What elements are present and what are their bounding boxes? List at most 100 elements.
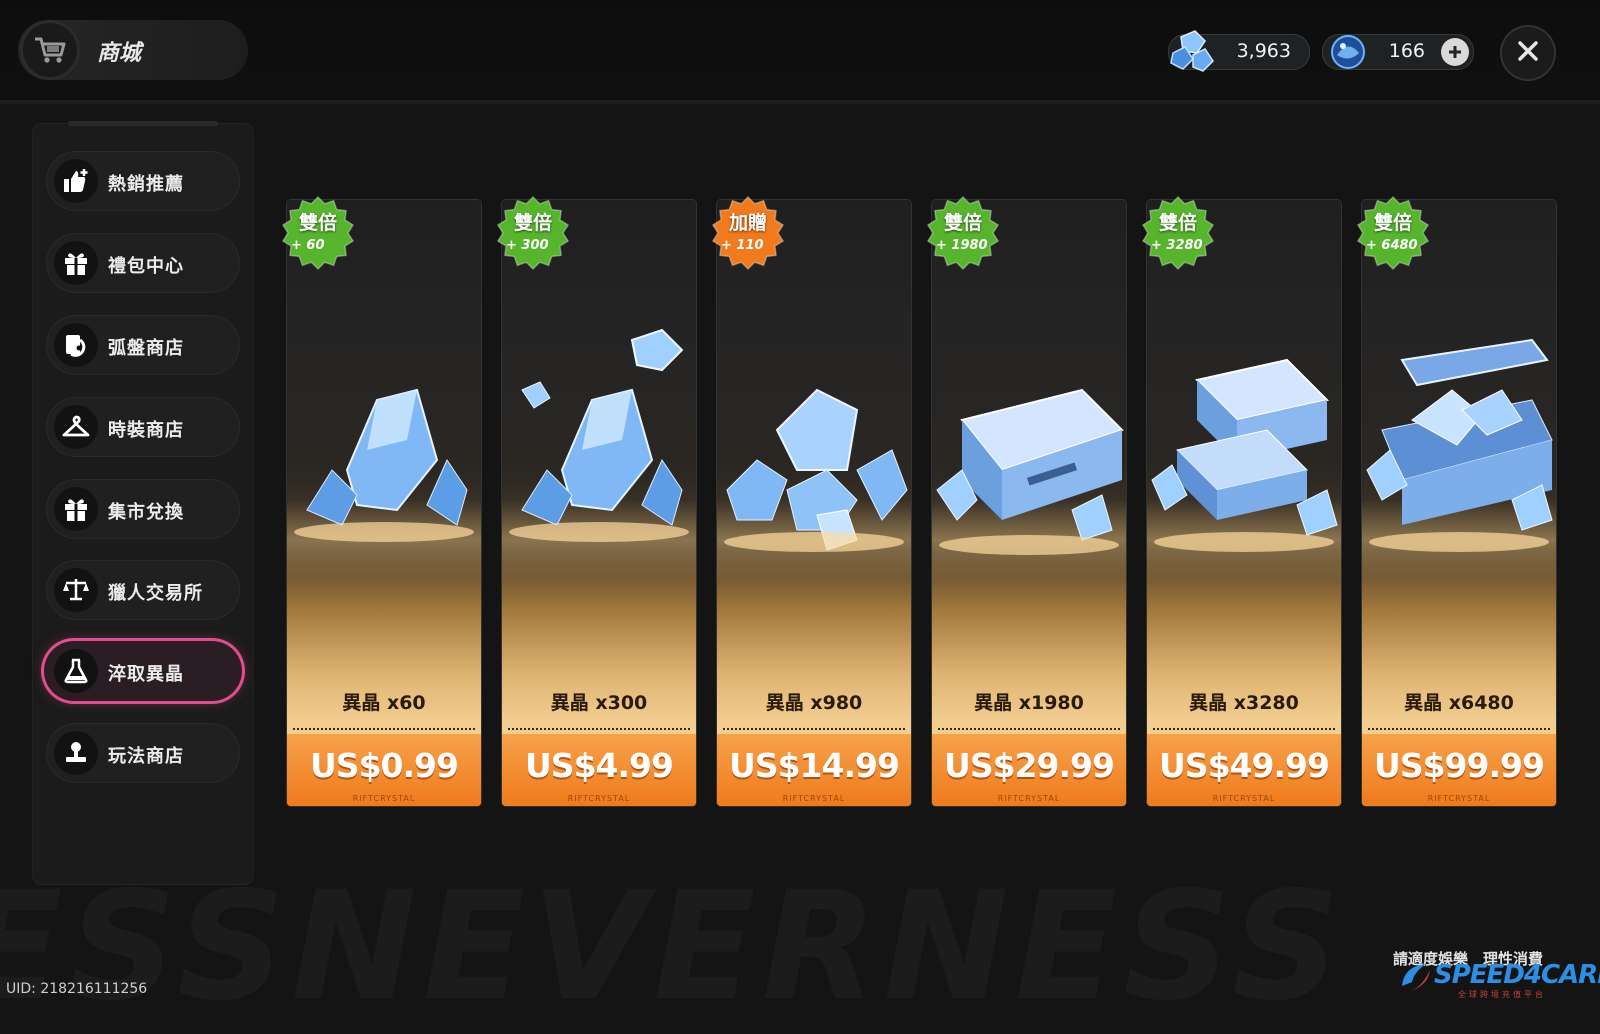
crystal-pile-image — [724, 388, 908, 552]
product-name: 異晶 x980 — [765, 692, 863, 714]
product-price: US$49.99 — [1159, 746, 1330, 785]
sidebar-item-hot-sales[interactable]: 熱銷推薦 — [46, 151, 240, 211]
close-icon — [1517, 40, 1539, 66]
price-button[interactable]: US$49.99 RIFTCRYSTAL — [1147, 734, 1341, 806]
sidebar-item-label: 禮包中心 — [108, 256, 184, 277]
card-divider — [508, 728, 690, 730]
card-divider — [1153, 728, 1335, 730]
sidebar-item-label: 時裝商店 — [108, 420, 184, 441]
plus-icon[interactable] — [1441, 38, 1469, 66]
sidebar-top-handle — [68, 121, 218, 126]
product-name: 異晶 x300 — [550, 692, 648, 714]
crystal-cluster-image — [294, 388, 474, 542]
card-divider — [1368, 728, 1550, 730]
sidebar-item-market-exchange[interactable]: 集市兌換 — [46, 479, 240, 539]
product-name: 異晶 x60 — [342, 692, 426, 714]
sidebar-item-extract-crystal[interactable]: 淬取異晶 — [44, 641, 242, 701]
rift-crystal-amount: 3,963 — [1236, 40, 1291, 62]
crystal-chest-image — [1366, 338, 1553, 552]
badge-title: 雙倍 — [1158, 212, 1197, 234]
scales-icon — [54, 568, 98, 612]
orb-currency-counter[interactable]: 166 — [1322, 34, 1474, 70]
badge-bonus: + 1980 — [936, 238, 988, 253]
sidebar-item-label: 集市兌換 — [108, 502, 184, 523]
hanger-icon — [54, 405, 98, 449]
sidebar-item-gift-center[interactable]: 禮包中心 — [46, 233, 240, 293]
badge-bonus: + 6480 — [1366, 238, 1418, 253]
badge-bonus: + 3280 — [1151, 238, 1203, 253]
background-watermark-lettering: ESSNEVERNESS — [0, 860, 1600, 1034]
product-card[interactable]: 異晶 x300 US$4.99 RIFTCRYSTAL — [502, 200, 696, 806]
sidebar-item-hunter-exchange[interactable]: 獵人交易所 — [46, 560, 240, 620]
price-subtext: RIFTCRYSTAL — [1427, 794, 1491, 803]
flask-icon — [54, 649, 98, 693]
price-button[interactable]: US$4.99 RIFTCRYSTAL — [502, 734, 696, 806]
price-button[interactable]: US$99.99 RIFTCRYSTAL — [1362, 734, 1556, 806]
bonus-badge: 雙倍 + 3280 — [1141, 195, 1215, 271]
product-price: US$99.99 — [1374, 746, 1545, 785]
speed4card-watermark-logo: SPEED4CARD 全球跨境充值平台 — [1398, 958, 1600, 999]
product-card[interactable]: 異晶 x980 US$14.99 RIFTCRYSTAL — [717, 200, 911, 806]
product-price: US$14.99 — [729, 746, 900, 785]
sidebar-item-fashion-shop[interactable]: 時裝商店 — [46, 397, 240, 457]
bonus-badge: 雙倍 + 6480 — [1356, 195, 1430, 271]
sidebar-item-label: 熱銷推薦 — [108, 174, 184, 195]
product-card[interactable]: 異晶 x60 US$0.99 RIFTCRYSTAL — [287, 200, 481, 806]
price-subtext: RIFTCRYSTAL — [997, 794, 1061, 803]
sidebar-item-label: 玩法商店 — [108, 746, 184, 767]
price-button[interactable]: US$0.99 RIFTCRYSTAL — [287, 734, 481, 806]
crystal-crates-image — [1151, 358, 1338, 552]
crystal-cluster-plus-image — [509, 328, 689, 542]
product-card[interactable]: 異晶 x3280 US$49.99 RIFTCRYSTAL — [1147, 200, 1341, 806]
product-card[interactable]: 異晶 x1980 US$29.99 RIFTCRYSTAL — [932, 200, 1126, 806]
thumbs-up-plus-icon — [54, 159, 98, 203]
card-divider — [723, 728, 905, 730]
blue-orb-icon — [1327, 31, 1369, 77]
product-price: US$4.99 — [525, 746, 674, 785]
price-subtext: RIFTCRYSTAL — [1212, 794, 1276, 803]
badge-title: 雙倍 — [943, 212, 982, 234]
rift-crystal-icon — [1167, 29, 1217, 77]
sidebar-item-label: 弧盤商店 — [108, 338, 184, 359]
bonus-badge: 雙倍 + 60 — [281, 195, 355, 271]
rift-crystal-counter[interactable]: 3,963 — [1168, 30, 1310, 72]
product-price: US$29.99 — [944, 746, 1115, 785]
card-divider — [938, 728, 1120, 730]
bonus-badge: 雙倍 + 300 — [496, 195, 570, 271]
product-name: 異晶 x3280 — [1189, 692, 1299, 714]
bonus-badge: 雙倍 + 1980 — [926, 195, 1000, 271]
bonus-badge: 加贈 + 110 — [711, 195, 785, 271]
disc-card-icon — [54, 323, 98, 367]
product-price: US$0.99 — [310, 746, 459, 785]
orb-currency-amount: 166 — [1388, 40, 1425, 62]
product-name: 異晶 x6480 — [1404, 692, 1514, 714]
price-subtext: RIFTCRYSTAL — [782, 794, 846, 803]
badge-title: 雙倍 — [1373, 212, 1412, 234]
stamp-icon — [54, 731, 98, 775]
badge-title: 雙倍 — [513, 212, 552, 234]
badge-title: 加贈 — [728, 212, 767, 234]
sidebar-item-gameplay-shop[interactable]: 玩法商店 — [46, 723, 240, 783]
page-title: 商城 — [97, 41, 142, 66]
top-bar-divider — [0, 100, 1600, 104]
price-button[interactable]: US$29.99 RIFTCRYSTAL — [932, 734, 1126, 806]
price-subtext: RIFTCRYSTAL — [352, 794, 416, 803]
gift-icon — [54, 241, 98, 285]
price-button[interactable]: US$14.99 RIFTCRYSTAL — [717, 734, 911, 806]
crystal-crate-image — [936, 388, 1124, 555]
user-id: UID: 218216111256 — [6, 981, 148, 997]
gift-icon — [54, 487, 98, 531]
sidebar-item-label: 獵人交易所 — [108, 583, 203, 604]
badge-bonus: + 110 — [721, 238, 764, 253]
card-divider — [293, 728, 475, 730]
shopping-cart-icon[interactable] — [20, 20, 80, 80]
product-name: 異晶 x1980 — [974, 692, 1084, 714]
sidebar-item-disc-shop[interactable]: 弧盤商店 — [46, 315, 240, 375]
badge-bonus: + 60 — [291, 238, 325, 253]
badge-bonus: + 300 — [506, 238, 549, 253]
sidebar-item-label: 淬取異晶 — [108, 664, 184, 685]
product-card[interactable]: 異晶 x6480 US$99.99 RIFTCRYSTAL — [1362, 200, 1556, 806]
badge-title: 雙倍 — [298, 212, 337, 234]
price-subtext: RIFTCRYSTAL — [567, 794, 631, 803]
close-button[interactable] — [1500, 25, 1556, 81]
